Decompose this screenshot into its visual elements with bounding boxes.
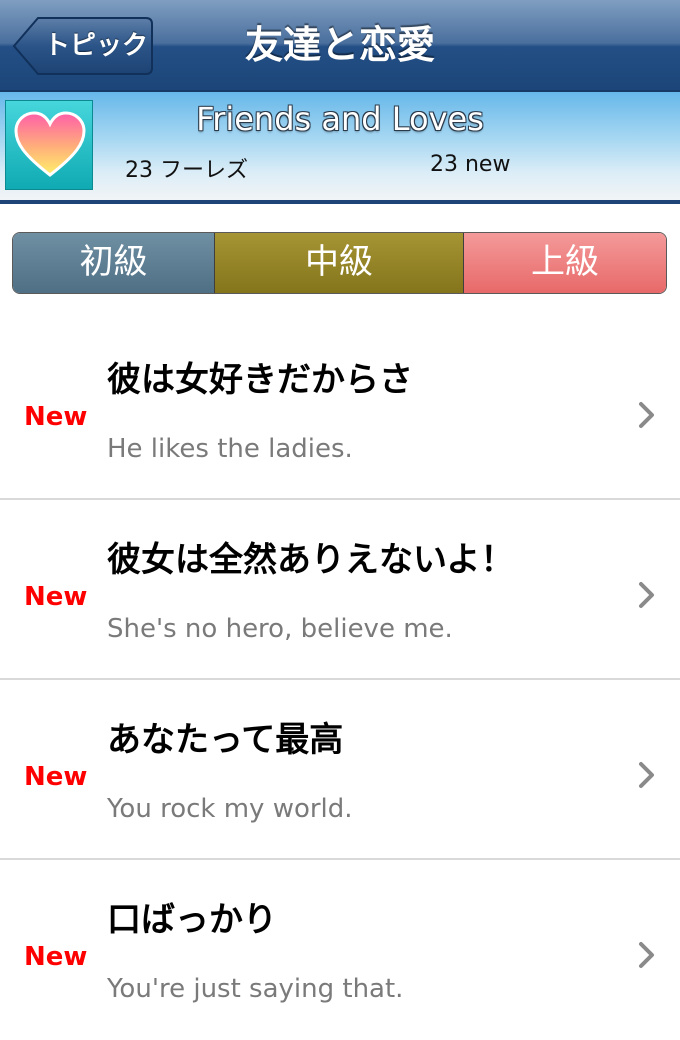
- new-count: 23 new: [430, 152, 511, 177]
- phrase-row[interactable]: New 口ばっかり You're just saying that.: [0, 860, 680, 1040]
- phrase-english: You rock my world.: [107, 794, 353, 824]
- page-title: 友達と恋愛: [244, 23, 435, 67]
- phrase-list: New 彼は女好きだからさ He likes the ladies. New 彼…: [0, 320, 680, 1040]
- phrase-count: 23 フーレズ: [125, 158, 248, 183]
- heart-icon: [14, 111, 86, 177]
- chevron-right-icon: [639, 762, 654, 788]
- new-badge: New: [24, 942, 88, 972]
- phrase-japanese: 彼女は全然ありえないよ！: [107, 540, 515, 580]
- chevron-right-icon: [639, 942, 654, 968]
- new-badge: New: [24, 762, 88, 792]
- phrase-japanese: 彼は女好きだからさ: [107, 360, 413, 400]
- new-badge: New: [24, 402, 88, 432]
- level-intermediate-segment[interactable]: 中級: [215, 233, 464, 293]
- chevron-right-icon: [639, 402, 654, 428]
- phrase-row[interactable]: New 彼は女好きだからさ He likes the ladies.: [0, 320, 680, 500]
- topic-title: Friends and Loves: [196, 100, 484, 138]
- phrase-english: She's no hero, believe me.: [107, 614, 453, 644]
- back-button-label: トピック: [43, 31, 148, 61]
- back-button[interactable]: トピック: [12, 16, 154, 76]
- phrase-english: You're just saying that.: [107, 974, 404, 1004]
- level-beginner-segment[interactable]: 初級: [13, 233, 215, 293]
- phrase-row[interactable]: New あなたって最高 You rock my world.: [0, 680, 680, 860]
- chevron-right-icon: [639, 582, 654, 608]
- phrase-japanese: あなたって最高: [107, 720, 344, 760]
- navigation-bar: トピック 友達と恋愛: [0, 0, 680, 92]
- phrase-row[interactable]: New 彼女は全然ありえないよ！ She's no hero, believe …: [0, 500, 680, 680]
- phrase-japanese: 口ばっかり: [107, 900, 277, 940]
- level-advanced-segment[interactable]: 上級: [464, 233, 666, 293]
- level-segmented-control: 初級 中級 上級: [12, 232, 667, 294]
- new-badge: New: [24, 582, 88, 612]
- topic-header: Friends and Loves 23 フーレズ 23 new: [0, 92, 680, 204]
- phrase-english: He likes the ladies.: [107, 434, 353, 464]
- topic-icon: [5, 100, 93, 190]
